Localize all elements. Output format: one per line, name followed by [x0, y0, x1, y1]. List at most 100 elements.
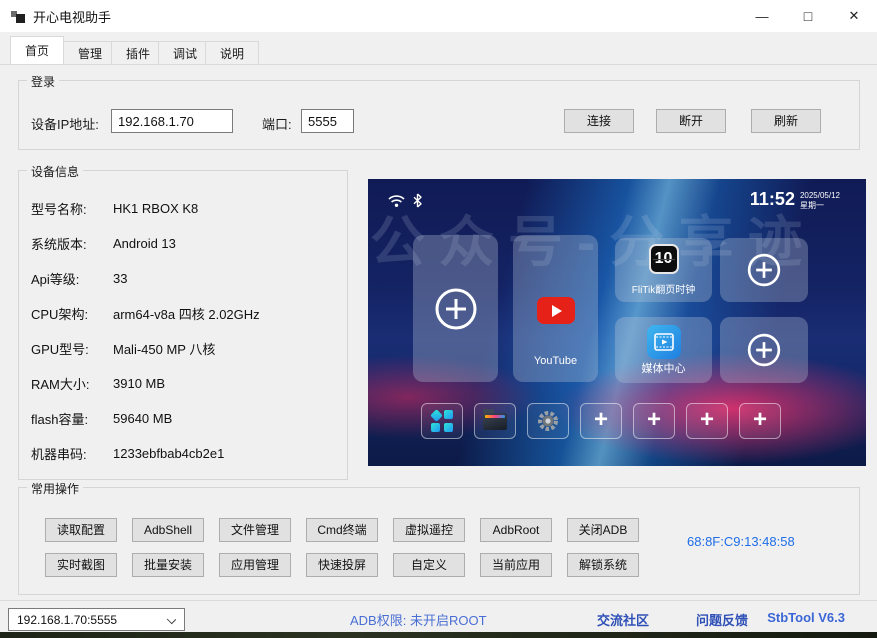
minimize-button[interactable]: — [739, 0, 785, 32]
dock-add-button[interactable]: + [739, 403, 781, 439]
youtube-icon [537, 297, 575, 324]
tab-home[interactable]: 首页 [10, 36, 64, 64]
ram-value: 3910 MB [113, 376, 165, 391]
cmd-terminal-button[interactable]: Cmd终端 [306, 518, 378, 542]
ram-label: RAM大小: [31, 374, 113, 393]
device-gpu-row: GPU型号: Mali-450 MP 八核 [31, 331, 339, 366]
tv-clock-time: 11:52 [750, 189, 795, 211]
maximize-button[interactable]: □ [785, 0, 831, 32]
youtube-tile[interactable]: YouTube [513, 235, 598, 382]
operations-group: 常用操作 读取配置 AdbShell 文件管理 Cmd终端 虚拟遥控 AdbRo… [18, 487, 860, 595]
add-app-tile[interactable] [720, 238, 808, 302]
dock-settings-button[interactable] [527, 403, 569, 439]
tab-plugins[interactable]: 插件 [111, 41, 165, 64]
cpu-value: arm64-v8a 四核 2.02GHz [113, 304, 260, 323]
add-app-tile[interactable] [413, 235, 498, 382]
port-label: 端口: [262, 114, 292, 133]
tv-clock-weekday: 星期一 [800, 201, 824, 210]
read-config-button[interactable]: 读取配置 [45, 518, 117, 542]
login-group: 登录 设备IP地址: 端口: 连接 断开 刷新 [18, 80, 860, 150]
device-selector-value: 192.168.1.70:5555 [17, 613, 117, 627]
device-ram-row: RAM大小: 3910 MB [31, 366, 339, 401]
close-adb-button[interactable]: 关闭ADB [567, 518, 639, 542]
plus-icon: + [753, 408, 767, 434]
mac-address: 68:8F:C9:13:48:58 [687, 534, 795, 549]
plus-icon: + [700, 408, 714, 434]
media-center-label: 媒体中心 [615, 360, 712, 376]
connect-button[interactable]: 连接 [564, 109, 634, 133]
flash-label: flash容量: [31, 409, 113, 428]
dock-add-button[interactable]: + [633, 403, 675, 439]
flitik-label: FliTik翻页时钟 [615, 281, 712, 296]
plus-icon: + [647, 408, 661, 434]
serial-value: 1233ebfbab4cb2e1 [113, 446, 224, 461]
unlock-system-button[interactable]: 解锁系统 [567, 553, 639, 577]
serial-label: 机器串码: [31, 444, 113, 463]
quick-cast-button[interactable]: 快速投屏 [306, 553, 378, 577]
desktop-edge [0, 632, 877, 638]
tab-help[interactable]: 说明 [205, 41, 259, 64]
app-manager-button[interactable]: 应用管理 [219, 553, 291, 577]
ip-input[interactable] [111, 109, 233, 133]
os-label: 系统版本: [31, 234, 113, 253]
live-screenshot-button[interactable]: 实时截图 [45, 553, 117, 577]
dock-add-button[interactable]: + [686, 403, 728, 439]
circle-plus-icon [746, 252, 782, 288]
title-bar: 开心电视助手 — □ ✕ [0, 0, 877, 32]
window-title: 开心电视助手 [33, 7, 111, 26]
adb-shell-button[interactable]: AdbShell [132, 518, 204, 542]
operations-group-title: 常用操作 [27, 480, 83, 497]
login-group-title: 登录 [27, 73, 59, 90]
api-value: 33 [113, 271, 127, 286]
gpu-label: GPU型号: [31, 339, 113, 358]
device-flash-row: flash容量: 59640 MB [31, 401, 339, 436]
dock-add-button[interactable]: + [580, 403, 622, 439]
device-serial-row: 机器串码: 1233ebfbab4cb2e1 [31, 436, 339, 471]
port-input[interactable] [301, 109, 354, 133]
apps-grid-icon [431, 410, 453, 432]
circle-plus-icon [433, 286, 479, 332]
disconnect-button[interactable]: 断开 [656, 109, 726, 133]
youtube-label: YouTube [513, 355, 598, 367]
current-app-button[interactable]: 当前应用 [480, 553, 552, 577]
version-label: StbTool V6.3 [767, 610, 845, 625]
device-selector[interactable]: 192.168.1.70:5555 [8, 608, 185, 631]
adb-root-status: ADB权限: 未开启ROOT [350, 610, 487, 629]
device-os-row: 系统版本: Android 13 [31, 226, 339, 261]
media-center-tile[interactable]: 媒体中心 [615, 317, 712, 383]
flash-value: 59640 MB [113, 411, 172, 426]
circle-plus-icon [746, 332, 782, 368]
gpu-value: Mali-450 MP 八核 [113, 339, 215, 358]
os-value: Android 13 [113, 236, 176, 251]
settings-gear-icon [536, 409, 560, 433]
device-cpu-row: CPU架构: arm64-v8a 四核 2.02GHz [31, 296, 339, 331]
feedback-link[interactable]: 问题反馈 [696, 610, 748, 629]
media-center-icon [647, 325, 681, 359]
device-info-group: 设备信息 型号名称: HK1 RBOX K8 系统版本: Android 13 … [18, 170, 348, 480]
tv-dock: + + + + [421, 403, 781, 439]
dock-apps-button[interactable] [421, 403, 463, 439]
model-value: HK1 RBOX K8 [113, 201, 198, 216]
model-label: 型号名称: [31, 199, 113, 218]
folder-icon [483, 413, 507, 430]
app-window: 开心电视助手 — □ ✕ 首页 管理 插件 调试 说明 登录 设备IP地址: 端… [0, 0, 877, 632]
custom-button[interactable]: 自定义 [393, 553, 465, 577]
refresh-button[interactable]: 刷新 [751, 109, 821, 133]
cpu-label: CPU架构: [31, 304, 113, 323]
close-button[interactable]: ✕ [831, 0, 877, 32]
dock-files-button[interactable] [474, 403, 516, 439]
tab-debug[interactable]: 调试 [158, 41, 212, 64]
bluetooth-icon [413, 193, 422, 208]
batch-install-button[interactable]: 批量安装 [132, 553, 204, 577]
tab-manage[interactable]: 管理 [63, 41, 117, 64]
tv-clock-date: 2025/05/12 [800, 191, 840, 200]
community-link[interactable]: 交流社区 [597, 610, 649, 629]
file-manager-button[interactable]: 文件管理 [219, 518, 291, 542]
adb-root-button[interactable]: AdbRoot [480, 518, 552, 542]
tab-bar: 首页 管理 插件 调试 说明 [0, 32, 877, 65]
add-app-tile[interactable] [720, 317, 808, 383]
flitik-clock-tile[interactable]: 10 FliTik翻页时钟 [615, 238, 712, 302]
chevron-down-icon [167, 615, 176, 624]
virtual-remote-button[interactable]: 虚拟遥控 [393, 518, 465, 542]
device-info-group-title: 设备信息 [27, 163, 83, 180]
